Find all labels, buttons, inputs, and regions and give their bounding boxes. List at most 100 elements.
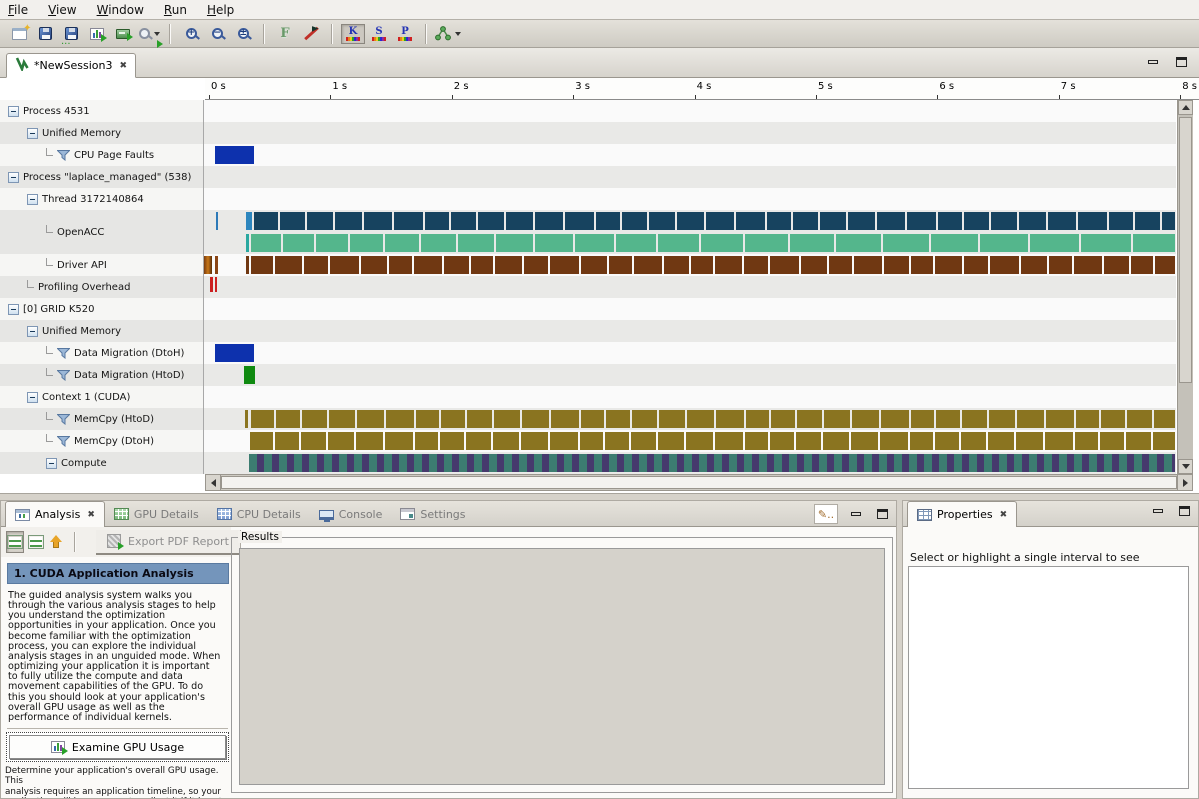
timeline-interval[interactable] [459, 454, 467, 472]
timeline-interval[interactable] [215, 146, 254, 164]
maximize-icon[interactable] [874, 507, 890, 521]
timeline-interval[interactable] [793, 212, 818, 230]
timeline-interval[interactable] [361, 256, 387, 274]
timeline-interval[interactable] [848, 212, 875, 230]
timeline-interval[interactable] [714, 454, 722, 472]
timeline-interval[interactable] [1075, 432, 1098, 450]
timeline-interval[interactable] [440, 432, 464, 450]
timeline-interval[interactable] [1082, 454, 1089, 472]
timeline-interval[interactable] [649, 212, 675, 230]
row-label-process-4531[interactable]: Process 4531 [0, 100, 204, 122]
timeline-interval[interactable] [215, 344, 254, 362]
timeline-interval[interactable] [707, 454, 714, 472]
timeline-interval[interactable] [797, 410, 822, 428]
timeline-interval[interactable] [264, 454, 272, 472]
timeline-interval[interactable] [1162, 212, 1175, 230]
timeline-interval[interactable] [1030, 234, 1079, 252]
timeline-interval[interactable] [1019, 212, 1046, 230]
timeline-interval[interactable] [1109, 212, 1133, 230]
timeline-interval[interactable] [1127, 410, 1152, 428]
new-session-icon[interactable]: ✦ [7, 22, 31, 46]
timeline-interval[interactable] [790, 234, 834, 252]
timeline-interval[interactable] [534, 454, 542, 472]
timeline-interval[interactable] [280, 212, 305, 230]
expander-minus-icon[interactable] [8, 304, 19, 315]
timeline-interval[interactable] [706, 212, 734, 230]
zoom-in-icon[interactable]: + [179, 22, 203, 46]
timeline-interval[interactable] [1076, 410, 1099, 428]
timeline-interval[interactable] [1049, 256, 1072, 274]
timeline-interval[interactable] [606, 410, 630, 428]
timeline-interval[interactable] [385, 432, 413, 450]
timeline-interval[interactable] [1052, 454, 1059, 472]
tab-gpu-details[interactable]: GPU Details [105, 502, 208, 526]
timeline-interval[interactable] [1007, 454, 1014, 472]
timeline-interval[interactable] [602, 454, 609, 472]
menu-view[interactable]: View [48, 3, 76, 17]
timeline-interval[interactable] [917, 454, 924, 472]
timeline-interval[interactable] [770, 432, 794, 450]
process-p-icon[interactable]: P [393, 22, 417, 46]
expander-minus-icon[interactable] [27, 128, 38, 139]
timeline-interval[interactable] [1048, 212, 1076, 230]
timeline-interval[interactable] [512, 454, 519, 472]
timeline-interval[interactable] [677, 212, 704, 230]
timeline-interval[interactable] [1153, 432, 1175, 450]
row-label-profiling-overhead[interactable]: Profiling Overhead [0, 276, 204, 298]
timeline-interval[interactable] [251, 234, 281, 252]
timeline-interval[interactable] [684, 454, 692, 472]
timeline-interval[interactable] [519, 454, 527, 472]
timeline-interval[interactable] [736, 212, 765, 230]
timeline-interval[interactable] [347, 454, 354, 472]
row-label-data-migration-dtoh[interactable]: Data Migration (DtoH) [0, 342, 204, 364]
timeline-interval[interactable] [594, 454, 602, 472]
timeline-interval[interactable] [429, 454, 437, 472]
timeline-interval[interactable] [350, 234, 383, 252]
timeline-interval[interactable] [834, 454, 842, 472]
filter-funnel-icon[interactable] [57, 370, 70, 381]
timeline-interval[interactable] [877, 212, 905, 230]
tab-settings[interactable]: Settings [391, 502, 474, 526]
analyze-dropdown-icon[interactable] [137, 22, 161, 46]
timeline-interval[interactable] [466, 432, 491, 450]
kernel-k-icon[interactable]: K [341, 22, 365, 46]
timeline-interval[interactable] [422, 454, 429, 472]
timeline-interval[interactable] [244, 366, 255, 384]
view-menu-icon[interactable]: ✎.. [814, 504, 838, 524]
timeline-interval[interactable] [550, 256, 579, 274]
row-label-compute[interactable]: Compute [0, 452, 204, 474]
timeline-interval[interactable] [880, 432, 908, 450]
close-icon[interactable]: ✖ [1000, 510, 1008, 520]
timeline-interval[interactable] [767, 454, 774, 472]
timeline-interval[interactable] [489, 454, 497, 472]
timeline-interval[interactable] [307, 212, 333, 230]
timeline-interval[interactable] [907, 212, 936, 230]
expander-minus-icon[interactable] [27, 326, 38, 337]
timeline-interval[interactable] [819, 454, 827, 472]
timeline-interval[interactable] [722, 454, 729, 472]
timeline-interval[interactable] [279, 454, 287, 472]
timeline-interval[interactable] [631, 432, 656, 450]
timeline-interval[interactable] [579, 454, 587, 472]
timeline-interval[interactable] [616, 234, 656, 252]
timeline-interval[interactable] [909, 454, 917, 472]
timeline-interval[interactable] [1135, 212, 1160, 230]
timeline-interval[interactable] [938, 212, 962, 230]
timeline-interval[interactable] [1059, 454, 1067, 472]
timeline-interval[interactable] [992, 454, 999, 472]
timeline-interval[interactable] [932, 454, 939, 472]
timeline-interval[interactable] [275, 256, 302, 274]
timeline-interval[interactable] [669, 454, 677, 472]
timeline-interval[interactable] [820, 212, 846, 230]
export-pdf-report-button[interactable]: Export PDF Report [96, 530, 241, 555]
timeline-interval[interactable] [324, 454, 332, 472]
timeline-interval[interactable] [1101, 410, 1125, 428]
timeline-interval[interactable] [215, 277, 217, 292]
timeline-interval[interactable] [1017, 410, 1044, 428]
timeline-interval[interactable] [964, 256, 988, 274]
timeline-interval[interactable] [691, 256, 713, 274]
timeline-interval[interactable] [1133, 234, 1175, 252]
timeline-interval[interactable] [1045, 432, 1073, 450]
timeline-interval[interactable] [542, 454, 549, 472]
timeline-interval[interactable] [389, 256, 412, 274]
